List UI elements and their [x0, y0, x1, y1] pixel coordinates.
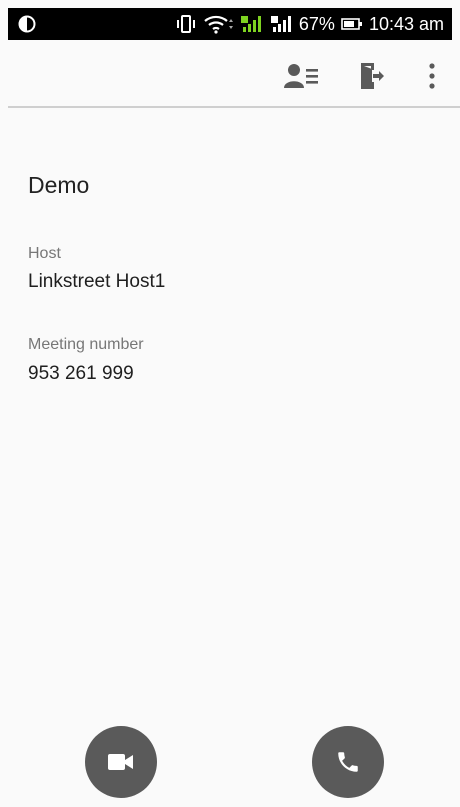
signal-sim2-icon — [270, 16, 291, 32]
toolbar-divider — [8, 106, 460, 108]
join-audio-call-button[interactable] — [312, 726, 384, 798]
meeting-screen: 67% 10:43 am Demo Host Linkstreet Host1 … — [0, 0, 460, 807]
app-circle-icon — [18, 15, 36, 33]
status-bar: 67% 10:43 am — [8, 8, 452, 40]
battery-icon — [341, 18, 362, 30]
status-icons: 67% 10:43 am — [175, 8, 444, 40]
host-label: Host — [28, 245, 61, 262]
meeting-number-label: Meeting number — [28, 336, 144, 353]
clock: 10:43 am — [368, 14, 444, 34]
leave-meeting-icon — [361, 63, 384, 89]
battery-percent: 67% — [298, 14, 335, 34]
more-options-icon — [429, 63, 435, 89]
participants-button[interactable] — [284, 58, 320, 94]
host-value: Linkstreet Host1 — [28, 271, 166, 292]
toolbar — [8, 40, 460, 108]
more-options-button[interactable] — [414, 58, 450, 94]
participants-icon — [284, 64, 318, 88]
meeting-number-value: 953 261 999 — [28, 363, 134, 384]
video-camera-icon — [108, 754, 133, 770]
phone-icon — [338, 752, 358, 772]
leave-meeting-button[interactable] — [354, 58, 390, 94]
signal-sim1-icon — [240, 16, 261, 32]
wifi-icon — [204, 15, 233, 34]
meeting-title: Demo — [28, 172, 90, 198]
vibrate-icon — [176, 15, 195, 33]
join-with-video-button[interactable] — [85, 726, 157, 798]
